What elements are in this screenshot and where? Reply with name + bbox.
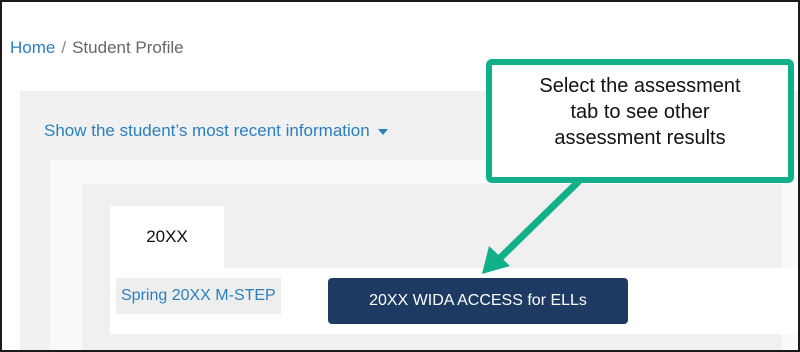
breadcrumb-separator: / [61,38,67,57]
assessment-tab-strip: Spring 20XX M-STEP 20XX WIDA ACCESS for … [110,268,798,334]
recent-info-toggle-label: Show the student’s most recent informati… [44,121,370,140]
screenshot-frame: Home / Student Profile Show the student’s … [0,0,800,352]
caret-down-icon [377,128,388,135]
breadcrumb-home-link[interactable]: Home [10,38,55,57]
callout-line-3: assessment results [554,127,726,149]
instruction-callout: Select the assessment tab to see other a… [486,59,794,183]
breadcrumb: Home / Student Profile [10,38,184,58]
callout-line-1: Select the assessment [539,75,741,97]
recent-info-toggle[interactable]: Show the student’s most recent informati… [44,121,388,141]
breadcrumb-current: Student Profile [72,38,184,57]
callout-line-2: tab to see other [570,101,710,123]
assessment-section: 20XX Spring 20XX M-STEP 20XX WIDA ACCESS… [50,160,798,350]
tab-year[interactable]: 20XX [110,206,224,268]
tab-spring-m-step[interactable]: Spring 20XX M-STEP [116,278,281,314]
tab-wida-access[interactable]: 20XX WIDA ACCESS for ELLs [328,278,628,324]
assessment-container: 20XX Spring 20XX M-STEP 20XX WIDA ACCESS… [82,184,798,350]
